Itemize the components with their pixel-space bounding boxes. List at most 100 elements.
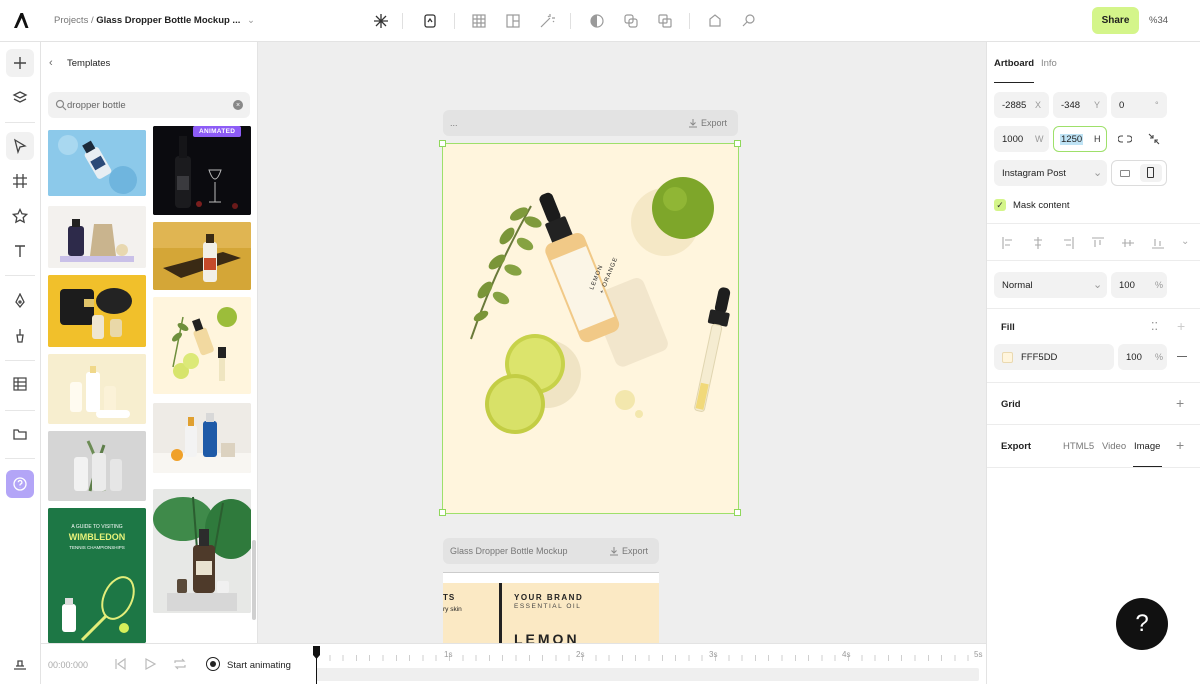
zoom-level[interactable]: %34 bbox=[1149, 15, 1168, 26]
remove-fill-icon[interactable] bbox=[1177, 356, 1187, 357]
artboard-name[interactable]: Glass Dropper Bottle Mockup bbox=[450, 546, 568, 556]
canvas[interactable]: ... Export LEMON + ORANGE Glass Dropper … bbox=[258, 42, 986, 643]
width-field[interactable]: 1000 W bbox=[994, 126, 1049, 152]
artboard[interactable]: LEMON + ORANGE bbox=[442, 143, 739, 514]
breadcrumb-root[interactable]: Projects / bbox=[54, 15, 94, 26]
search-input[interactable] bbox=[67, 98, 227, 112]
align-bottom-icon[interactable] bbox=[1151, 236, 1165, 250]
width-value[interactable]: 1000 bbox=[1002, 134, 1023, 145]
export-tab-image[interactable]: Image bbox=[1134, 441, 1160, 452]
portrait-option[interactable] bbox=[1140, 164, 1162, 182]
y-position-field[interactable]: -348 Y bbox=[1053, 92, 1107, 118]
pen-tool-icon[interactable] bbox=[6, 287, 34, 315]
template-thumbnail[interactable] bbox=[48, 275, 146, 347]
contrast-icon[interactable] bbox=[588, 12, 606, 30]
brush-tool-icon[interactable] bbox=[6, 322, 34, 350]
help-chat-button[interactable]: ? bbox=[1116, 598, 1168, 650]
y-value[interactable]: -348 bbox=[1061, 100, 1080, 111]
export-button[interactable]: Export bbox=[609, 546, 648, 556]
export-tab-video[interactable]: Video bbox=[1102, 441, 1126, 452]
link-icon[interactable] bbox=[1117, 132, 1133, 146]
add-icon[interactable] bbox=[6, 49, 34, 77]
drag-dots-icon[interactable]: ⁚⁚ bbox=[1151, 320, 1158, 333]
chevron-down-icon[interactable]: ⌄ bbox=[247, 15, 255, 26]
template-thumbnail[interactable] bbox=[48, 431, 146, 501]
chevron-down-icon[interactable]: ⌄ bbox=[1093, 278, 1102, 291]
record-icon[interactable] bbox=[206, 657, 220, 671]
landscape-icon[interactable] bbox=[1120, 170, 1130, 177]
loop-icon[interactable] bbox=[173, 657, 187, 671]
share-button[interactable]: Share bbox=[1092, 7, 1139, 34]
template-thumbnail[interactable] bbox=[153, 126, 251, 215]
template-thumbnail[interactable] bbox=[153, 403, 251, 473]
skip-back-icon[interactable] bbox=[113, 657, 127, 671]
layers-icon[interactable] bbox=[6, 84, 34, 112]
blend-mode-select[interactable]: Normal ⌄ bbox=[994, 272, 1107, 298]
back-chevron-icon[interactable]: ‹ bbox=[49, 57, 53, 69]
artboard-header[interactable]: ... Export bbox=[443, 110, 738, 136]
align-top-icon[interactable] bbox=[1091, 236, 1105, 250]
mask-content-checkbox[interactable]: ✓ bbox=[994, 199, 1006, 211]
align-middle-icon[interactable] bbox=[1121, 236, 1135, 250]
breadcrumb[interactable]: Projects / Glass Dropper Bottle Mockup .… bbox=[54, 15, 255, 26]
templates-scrollbar[interactable] bbox=[252, 540, 256, 620]
table-icon[interactable] bbox=[470, 12, 488, 30]
tab-info[interactable]: Info bbox=[1041, 58, 1057, 69]
align-left-icon[interactable] bbox=[1001, 236, 1015, 250]
star-shape-icon[interactable] bbox=[6, 202, 34, 230]
template-thumbnail[interactable] bbox=[48, 354, 146, 424]
table-tool-icon[interactable] bbox=[6, 370, 34, 398]
align-right-icon[interactable] bbox=[1061, 236, 1075, 250]
orientation-toggle[interactable] bbox=[1111, 160, 1167, 186]
x-position-field[interactable]: -2885 X bbox=[994, 92, 1049, 118]
height-value[interactable]: 1250 bbox=[1060, 134, 1084, 145]
template-thumbnail[interactable] bbox=[153, 297, 251, 394]
fill-opacity-value[interactable]: 100 bbox=[1126, 352, 1142, 363]
template-thumbnail[interactable]: A GUIDE TO VISITING WIMBLEDON TENNIS CHA… bbox=[48, 508, 146, 643]
clear-search-icon[interactable]: × bbox=[233, 100, 243, 110]
artboard-header[interactable]: Glass Dropper Bottle Mockup Export bbox=[443, 538, 659, 564]
fill-opacity-field[interactable]: 100 % bbox=[1118, 344, 1167, 370]
fit-content-icon[interactable] bbox=[1147, 132, 1161, 146]
export-button[interactable]: Export bbox=[688, 118, 727, 128]
flip-icon[interactable] bbox=[706, 12, 724, 30]
tab-artboard[interactable]: Artboard bbox=[994, 58, 1034, 69]
boolean-union-icon[interactable] bbox=[622, 12, 640, 30]
timeline-toggle-icon[interactable] bbox=[6, 650, 34, 678]
height-field[interactable]: 1250 H bbox=[1053, 126, 1107, 152]
template-thumbnail[interactable] bbox=[153, 489, 251, 613]
preset-value[interactable]: Instagram Post bbox=[1002, 168, 1066, 179]
blend-mode-value[interactable]: Normal bbox=[1002, 280, 1033, 291]
ai-image-icon[interactable] bbox=[421, 12, 439, 30]
rotation-value[interactable]: 0 bbox=[1119, 100, 1124, 111]
template-thumbnail[interactable] bbox=[48, 206, 146, 268]
chevron-down-icon[interactable]: ⌄ bbox=[1181, 236, 1189, 247]
start-animating-button[interactable]: Start animating bbox=[227, 660, 291, 671]
play-icon[interactable] bbox=[143, 657, 157, 671]
chevron-down-icon[interactable]: ⌄ bbox=[1093, 166, 1102, 179]
select-arrow-icon[interactable] bbox=[6, 132, 34, 160]
app-logo-icon[interactable] bbox=[13, 12, 29, 29]
text-tool-icon[interactable] bbox=[6, 237, 34, 265]
align-center-horizontal-icon[interactable] bbox=[1031, 236, 1045, 250]
resize-handle[interactable] bbox=[734, 140, 741, 147]
opacity-field[interactable]: 100 % bbox=[1111, 272, 1167, 298]
add-grid-icon[interactable]: + bbox=[1176, 395, 1184, 411]
x-value[interactable]: -2885 bbox=[1002, 100, 1026, 111]
boolean-intersect-icon[interactable] bbox=[656, 12, 674, 30]
search-replace-icon[interactable] bbox=[740, 12, 758, 30]
project-name[interactable]: Glass Dropper Bottle Mockup ... bbox=[96, 15, 240, 26]
timeline-track[interactable] bbox=[316, 668, 979, 681]
folder-icon[interactable] bbox=[6, 420, 34, 448]
rotation-field[interactable]: 0 ° bbox=[1111, 92, 1167, 118]
export-tab-html5[interactable]: HTML5 bbox=[1063, 441, 1094, 452]
snowflake-icon[interactable] bbox=[372, 12, 390, 30]
resize-handle[interactable] bbox=[439, 509, 446, 516]
artboard[interactable]: TS ry skin YOUR BRAND ESSENTIAL OIL LEMO… bbox=[443, 572, 659, 643]
magic-wand-icon[interactable] bbox=[538, 12, 556, 30]
artboard-name[interactable]: ... bbox=[450, 118, 458, 128]
fill-hex-value[interactable]: FFF5DD bbox=[1021, 352, 1057, 363]
fill-color-field[interactable]: FFF5DD bbox=[994, 344, 1114, 370]
fill-swatch[interactable] bbox=[1002, 352, 1013, 363]
frame-icon[interactable] bbox=[6, 167, 34, 195]
